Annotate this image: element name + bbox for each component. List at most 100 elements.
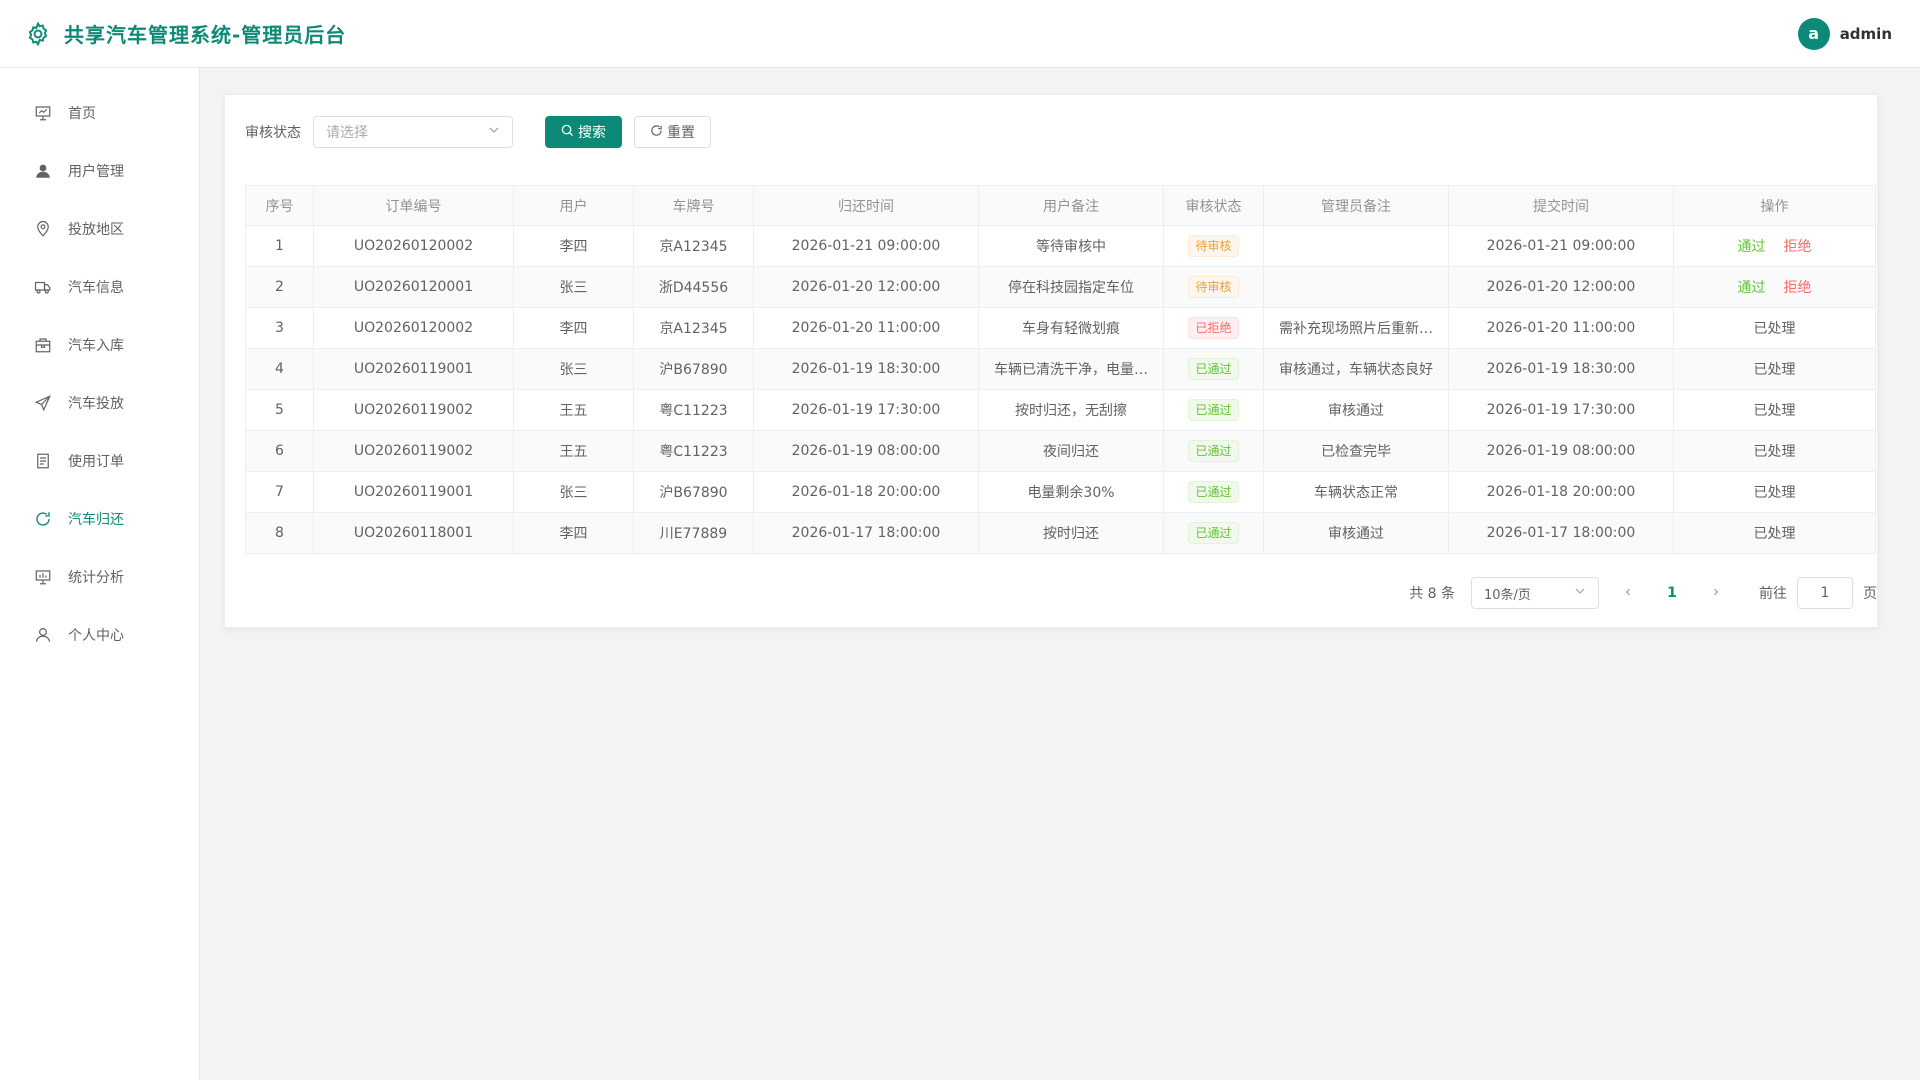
column-header: 序号	[245, 185, 314, 226]
return-table: 序号 订单编号 用户 车牌号 归还时间 用户备注 审核状态 管理员备注 提交时间…	[245, 185, 1876, 554]
approve-button[interactable]: 通过	[1738, 280, 1766, 296]
presentation-icon	[34, 104, 52, 122]
cell-submit-time: 2026-01-20 11:00:00	[1448, 307, 1674, 349]
approve-button[interactable]: 通过	[1738, 239, 1766, 255]
chart-board-icon	[34, 568, 52, 586]
cell-status: 已通过	[1163, 348, 1264, 390]
sidebar-item-label: 汽车入库	[68, 338, 124, 354]
sidebar-item-profile[interactable]: 个人中心	[0, 606, 199, 664]
sidebar-item-car-storage[interactable]: 汽车入库	[0, 316, 199, 374]
cell-user-note: 电量剩余30%	[978, 471, 1164, 513]
sidebar-item-statistics[interactable]: 统计分析	[0, 548, 199, 606]
location-icon	[34, 220, 52, 238]
sidebar-item-home[interactable]: 首页	[0, 84, 199, 142]
sidebar-item-car-return[interactable]: 汽车归还	[0, 490, 199, 548]
cell-plate: 川E77889	[633, 512, 754, 554]
table-row: 8 UO20260118001 李四 川E77889 2026-01-17 18:00:…	[245, 512, 1876, 554]
cell-submit-time: 2026-01-19 18:30:00	[1448, 348, 1674, 390]
cell-return-time: 2026-01-17 18:00:00	[753, 512, 979, 554]
cell-actions: 通过 拒绝	[1673, 225, 1876, 267]
truck-icon	[34, 278, 52, 296]
cell-admin-note: 已检查完毕	[1263, 430, 1449, 472]
cell-order: UO20260118001	[313, 512, 514, 554]
column-header: 归还时间	[753, 185, 979, 226]
gear-icon	[24, 20, 52, 48]
search-button-label: 搜索	[578, 124, 606, 140]
cell-return-time: 2026-01-20 11:00:00	[753, 307, 979, 349]
prev-page-button[interactable]	[1613, 585, 1643, 601]
column-header: 用户备注	[978, 185, 1164, 226]
column-header: 审核状态	[1163, 185, 1264, 226]
status-badge: 已通过	[1188, 358, 1239, 380]
cell-plate: 京A12345	[633, 307, 754, 349]
cell-user: 李四	[513, 225, 634, 267]
cell-user-note: 等待审核中	[978, 225, 1164, 267]
refresh-icon	[34, 510, 52, 528]
sidebar-item-regions[interactable]: 投放地区	[0, 200, 199, 258]
sidebar-item-orders[interactable]: 使用订单	[0, 432, 199, 490]
pagination: 共 8 条 10条/页 1 前往 页	[1409, 577, 1877, 609]
sidebar-item-car-info[interactable]: 汽车信息	[0, 258, 199, 316]
cell-return-time: 2026-01-19 17:30:00	[753, 389, 979, 431]
brand: 共享汽车管理系统-管理员后台	[24, 19, 346, 48]
app-title: 共享汽车管理系统-管理员后台	[64, 23, 347, 47]
cell-actions: 通过 拒绝	[1673, 266, 1876, 308]
processed-label: 已处理	[1753, 321, 1796, 337]
cell-submit-time: 2026-01-17 18:00:00	[1448, 512, 1674, 554]
cell-order: UO20260119002	[313, 430, 514, 472]
reject-button[interactable]: 拒绝	[1784, 239, 1812, 255]
goto-page-input[interactable]	[1797, 577, 1853, 609]
next-page-button[interactable]	[1701, 585, 1731, 601]
cell-plate: 沪B67890	[633, 348, 754, 390]
status-badge: 待审核	[1188, 235, 1239, 257]
cell-user-note: 车身有轻微划痕	[978, 307, 1164, 349]
cell-status: 已拒绝	[1163, 307, 1264, 349]
cell-admin-note: 车辆状态正常	[1263, 471, 1449, 513]
cell-no: 8	[245, 512, 314, 554]
cell-user-note: 按时归还	[978, 512, 1164, 554]
column-header: 管理员备注	[1263, 185, 1449, 226]
cell-user: 王五	[513, 389, 634, 431]
chevron-right-icon	[1714, 588, 1719, 596]
search-button[interactable]: 搜索	[545, 116, 622, 148]
username[interactable]: admin	[1840, 25, 1892, 43]
avatar[interactable]: a	[1797, 17, 1830, 50]
cell-admin-note	[1263, 266, 1449, 308]
cell-admin-note: 审核通过	[1263, 389, 1449, 431]
cell-status: 已通过	[1163, 430, 1264, 472]
page-size-select[interactable]: 10条/页	[1471, 577, 1599, 609]
cell-plate: 京A12345	[633, 225, 754, 267]
cell-plate: 粤C11223	[633, 430, 754, 472]
reject-button[interactable]: 拒绝	[1784, 280, 1812, 296]
select-placeholder: 请选择	[326, 125, 368, 141]
table-row: 5 UO20260119002 王五 粤C11223 2026-01-19 17:30:…	[245, 389, 1876, 431]
status-badge: 已拒绝	[1188, 317, 1239, 339]
cell-user-note: 夜间归还	[978, 430, 1164, 472]
chevron-down-icon	[488, 124, 500, 140]
cell-actions: 已处理	[1673, 430, 1876, 472]
box-icon	[34, 336, 52, 354]
column-header: 提交时间	[1448, 185, 1674, 226]
table-row: 6 UO20260119002 王五 粤C11223 2026-01-19 08:00:…	[245, 430, 1876, 472]
sidebar-item-users[interactable]: 用户管理	[0, 142, 199, 200]
page-number[interactable]: 1	[1657, 585, 1687, 601]
sidebar-item-label: 汽车信息	[68, 280, 124, 296]
sidebar-item-car-deploy[interactable]: 汽车投放	[0, 374, 199, 432]
sidebar-item-label: 首页	[68, 106, 96, 122]
table-row: 1 UO20260120002 李四 京A12345 2026-01-21 09:00:…	[245, 225, 1876, 267]
page-suffix: 页	[1863, 586, 1877, 602]
status-select[interactable]: 请选择	[313, 116, 513, 148]
chevron-left-icon	[1625, 588, 1630, 596]
top-header: 共享汽车管理系统-管理员后台 a admin	[0, 0, 1920, 68]
user-menu[interactable]: a admin	[1797, 17, 1892, 50]
sidebar-item-label: 投放地区	[68, 222, 124, 238]
cell-status: 已通过	[1163, 512, 1264, 554]
cell-admin-note	[1263, 225, 1449, 267]
sidebar-item-label: 统计分析	[68, 570, 124, 586]
processed-label: 已处理	[1753, 526, 1796, 542]
sidebar-item-label: 汽车归还	[68, 512, 124, 528]
cell-actions: 已处理	[1673, 348, 1876, 390]
cell-actions: 已处理	[1673, 512, 1876, 554]
reset-button[interactable]: 重置	[634, 116, 711, 148]
cell-plate: 浙D44556	[633, 266, 754, 308]
